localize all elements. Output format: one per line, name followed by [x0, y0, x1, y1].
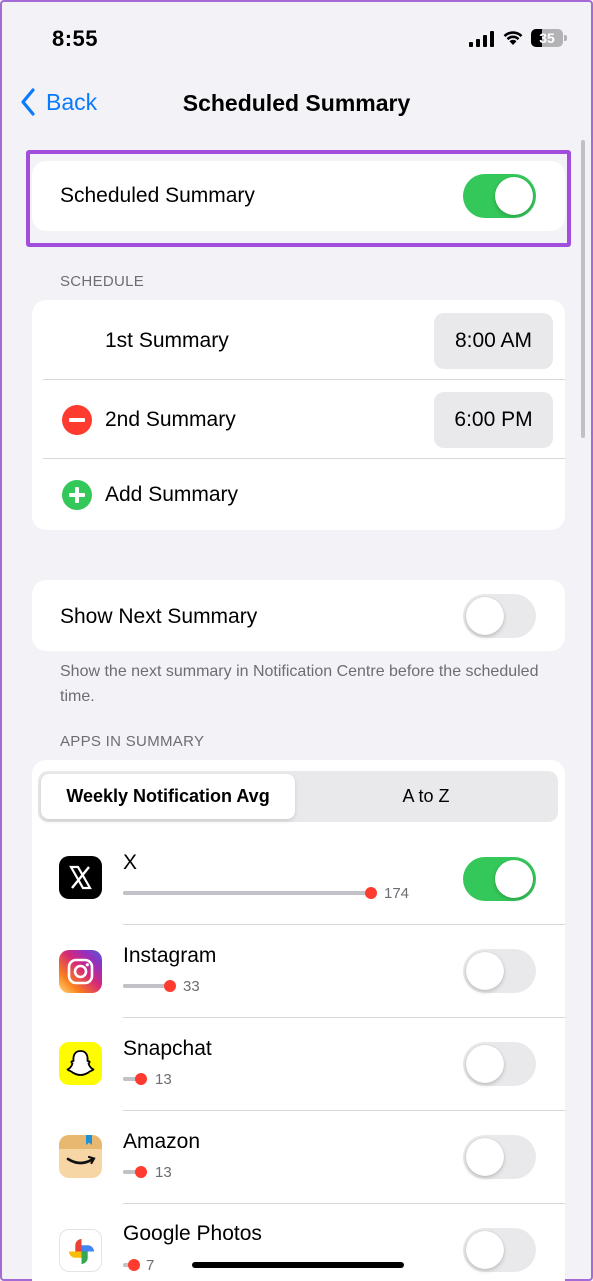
app-name: Google Photos [123, 1222, 262, 1245]
notification-bar [123, 1259, 140, 1271]
app-name: X [123, 851, 138, 874]
app-toggle-x[interactable] [463, 857, 536, 901]
add-summary-button[interactable]: Add Summary [32, 459, 565, 530]
notification-bar [123, 980, 176, 992]
amazon-app-icon [59, 1135, 102, 1178]
add-circle-icon [62, 480, 92, 510]
x-app-icon [59, 856, 102, 899]
apps-header: APPS IN SUMMARY [60, 733, 205, 750]
instagram-app-icon [59, 950, 102, 993]
sort-a-to-z-segment[interactable]: A to Z [296, 774, 556, 819]
first-summary-time-picker[interactable]: 8:00 AM [434, 313, 553, 369]
divider [123, 924, 565, 925]
navigation-bar: Back Scheduled Summary [2, 72, 591, 136]
wifi-icon [503, 31, 523, 45]
app-name: Amazon [123, 1130, 201, 1153]
schedule-card: 1st Summary 8:00 AM 2nd Summary 6:00 PM … [32, 300, 565, 530]
app-toggle-instagram[interactable] [463, 949, 536, 993]
app-name: Instagram [123, 944, 217, 967]
home-indicator[interactable] [192, 1262, 404, 1268]
status-time: 8:55 [52, 26, 99, 51]
sort-segmented-control: Weekly Notification Avg A to Z [38, 771, 558, 822]
show-next-summary-label: Show Next Summary [60, 605, 258, 628]
notification-bar [123, 887, 377, 899]
notification-count: 7 [146, 1257, 155, 1274]
page-title: Scheduled Summary [182, 90, 411, 116]
schedule-header: SCHEDULE [60, 273, 145, 290]
app-name: Snapchat [123, 1037, 212, 1060]
show-next-footnote: Show the next summary in Notification Ce… [60, 663, 539, 705]
notification-count: 13 [155, 1071, 172, 1088]
show-next-summary-card: Show Next Summary [32, 580, 565, 651]
divider [123, 1203, 565, 1204]
first-summary-label: 1st Summary [105, 329, 229, 352]
notification-bar [123, 1166, 147, 1178]
snapchat-app-icon [59, 1042, 102, 1085]
show-next-summary-toggle[interactable] [463, 594, 536, 638]
google-photos-app-icon [59, 1229, 102, 1272]
notification-count: 33 [183, 978, 200, 995]
sort-weekly-avg-segment[interactable]: Weekly Notification Avg [41, 774, 295, 819]
divider [43, 379, 565, 380]
notification-count: 13 [155, 1164, 172, 1181]
app-toggle-snapchat[interactable] [463, 1042, 536, 1086]
cellular-signal-icon [469, 31, 494, 47]
divider [123, 1017, 565, 1018]
second-summary-label: 2nd Summary [105, 408, 236, 431]
add-summary-label: Add Summary [105, 483, 239, 506]
battery-level: 35 [539, 30, 555, 46]
notification-count: 174 [384, 885, 410, 902]
highlight-box [26, 150, 571, 247]
status-bar: 8:55 35 [2, 2, 591, 72]
app-toggle-google-photos[interactable] [463, 1228, 536, 1272]
battery-icon: 35 [531, 29, 567, 47]
divider [123, 1110, 565, 1111]
scroll-indicator[interactable] [581, 140, 585, 438]
second-summary-time-picker[interactable]: 6:00 PM [434, 392, 553, 448]
remove-circle-icon[interactable] [62, 405, 92, 435]
notification-bar [123, 1073, 147, 1085]
app-toggle-amazon[interactable] [463, 1135, 536, 1179]
